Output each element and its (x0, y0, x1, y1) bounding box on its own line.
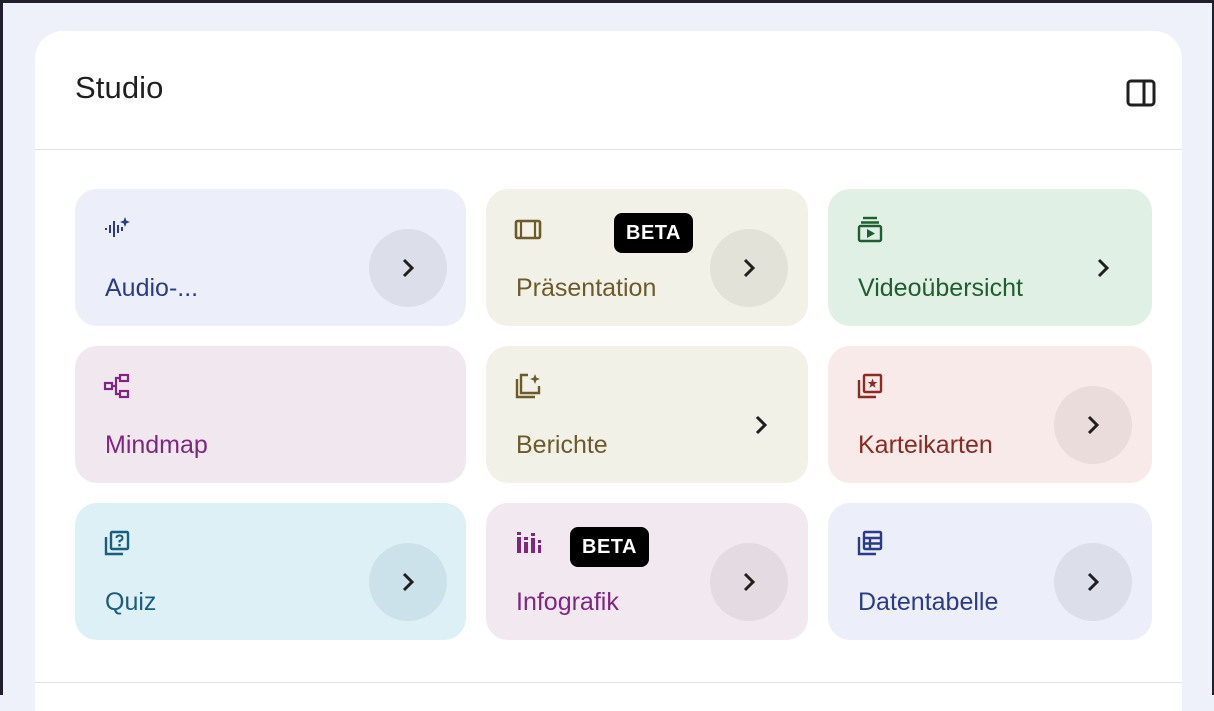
studio-header: Studio (35, 31, 1182, 150)
audio-overview-card[interactable]: Audio-... (75, 189, 466, 326)
beta-badge: BETA (570, 527, 649, 567)
card-label: Quiz (105, 588, 157, 616)
reports-sparkle-icon (515, 373, 541, 399)
card-label: Datentabelle (858, 588, 999, 616)
audio-sparkle-icon (105, 217, 130, 237)
dock-to-right-icon[interactable] (1123, 75, 1159, 111)
mindmap-card[interactable]: Mindmap (75, 346, 466, 483)
data-table-icon (857, 530, 883, 556)
chevron-right-icon[interactable] (1054, 386, 1132, 464)
studio-panel: Studio Audio-... BETA Präsentation Video… (35, 31, 1182, 711)
panel-title: Studio (75, 70, 164, 105)
card-label: Karteikarten (858, 431, 993, 459)
flashcards-card[interactable]: Karteikarten (828, 346, 1152, 483)
chevron-right-icon[interactable] (710, 543, 788, 621)
infographic-icon (517, 532, 541, 553)
chevron-right-icon[interactable] (369, 543, 447, 621)
presentation-card[interactable]: BETA Präsentation (486, 189, 808, 326)
chevron-right-icon[interactable] (1064, 229, 1142, 307)
quiz-card[interactable]: Quiz (75, 503, 466, 640)
chevron-right-icon[interactable] (369, 229, 447, 307)
video-collection-icon (857, 216, 883, 243)
beta-badge: BETA (614, 213, 693, 253)
quiz-icon (104, 530, 130, 556)
card-label: Berichte (516, 431, 608, 459)
chevron-right-icon[interactable] (722, 386, 800, 464)
chevron-right-icon[interactable] (710, 229, 788, 307)
card-label: Mindmap (105, 431, 208, 459)
video-overview-card[interactable]: Videoübersicht (828, 189, 1152, 326)
slides-icon (514, 219, 542, 240)
chevron-right-icon[interactable] (1054, 543, 1132, 621)
data-table-card[interactable]: Datentabelle (828, 503, 1152, 640)
card-label: Videoübersicht (858, 274, 1023, 302)
divider (35, 682, 1182, 683)
mindmap-icon (103, 373, 130, 399)
card-label: Präsentation (516, 274, 657, 302)
infographic-card[interactable]: BETA Infografik (486, 503, 808, 640)
flashcards-icon (857, 373, 883, 399)
card-label: Infografik (516, 588, 619, 616)
reports-card[interactable]: Berichte (486, 346, 808, 483)
card-label: Audio-... (105, 274, 199, 302)
